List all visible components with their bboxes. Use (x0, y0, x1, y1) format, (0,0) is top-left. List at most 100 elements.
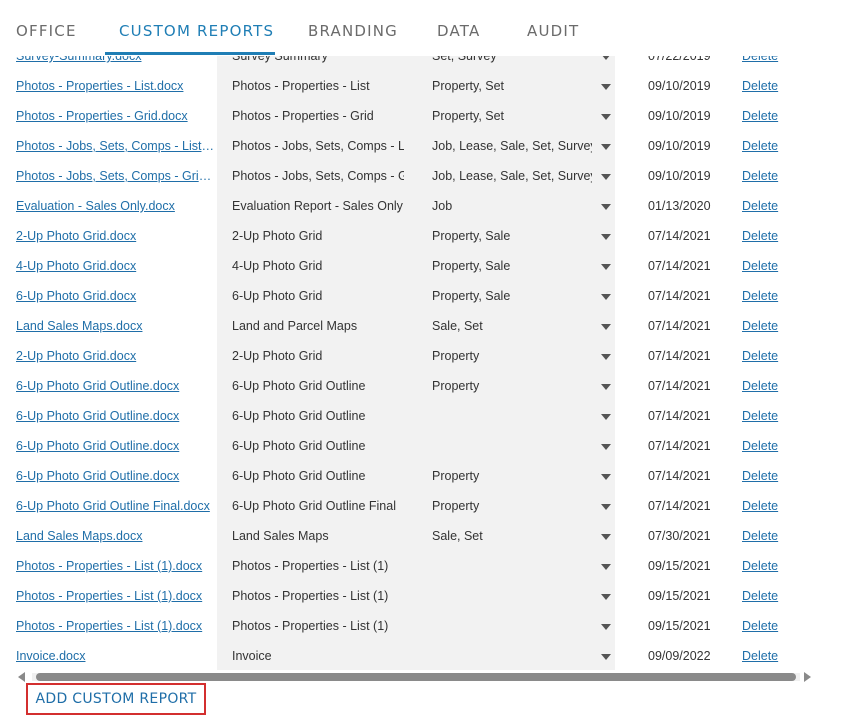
scroll-right-arrow-icon[interactable] (804, 672, 811, 682)
report-types-cell[interactable]: Property, Set (432, 79, 592, 93)
tab-audit[interactable]: AUDIT (527, 22, 579, 40)
report-types-cell[interactable]: Job, Lease, Sale, Set, Survey (432, 139, 592, 153)
types-dropdown-arrow-icon[interactable] (601, 624, 611, 630)
types-dropdown-arrow-icon[interactable] (601, 354, 611, 360)
report-file-link[interactable]: Land Sales Maps.docx (16, 529, 215, 543)
types-dropdown-arrow-icon[interactable] (601, 414, 611, 420)
report-name-cell[interactable]: Photos - Properties - List (1) (232, 619, 404, 633)
delete-link[interactable]: Delete (742, 529, 792, 543)
delete-link[interactable]: Delete (742, 169, 792, 183)
report-file-link[interactable]: 2-Up Photo Grid.docx (16, 229, 215, 243)
report-types-cell[interactable]: Property (432, 499, 592, 513)
report-types-cell[interactable]: Property (432, 349, 592, 363)
report-types-cell[interactable]: Set, Survey (432, 55, 592, 63)
report-types-cell[interactable]: Property, Sale (432, 259, 592, 273)
delete-link[interactable]: Delete (742, 649, 792, 663)
tab-custom-reports[interactable]: CUSTOM REPORTS (119, 22, 274, 40)
types-dropdown-arrow-icon[interactable] (601, 444, 611, 450)
types-dropdown-arrow-icon[interactable] (601, 144, 611, 150)
report-name-cell[interactable]: Photos - Jobs, Sets, Comps - Lis (232, 139, 404, 153)
delete-link[interactable]: Delete (742, 379, 792, 393)
report-name-cell[interactable]: 6-Up Photo Grid Outline (232, 409, 404, 423)
delete-link[interactable]: Delete (742, 229, 792, 243)
report-name-cell[interactable]: Photos - Properties - List (1) (232, 559, 404, 573)
types-dropdown-arrow-icon[interactable] (601, 474, 611, 480)
delete-link[interactable]: Delete (742, 319, 792, 333)
report-types-cell[interactable]: Job, Lease, Sale, Set, Survey (432, 169, 592, 183)
report-name-cell[interactable]: Photos - Jobs, Sets, Comps - Gri (232, 169, 404, 183)
report-name-cell[interactable]: 2-Up Photo Grid (232, 349, 404, 363)
report-types-cell[interactable]: Property (432, 469, 592, 483)
report-file-link[interactable]: Photos - Properties - List (1).docx (16, 589, 215, 603)
types-dropdown-arrow-icon[interactable] (601, 174, 611, 180)
report-name-cell[interactable]: 2-Up Photo Grid (232, 229, 404, 243)
tab-data[interactable]: DATA (437, 22, 480, 40)
tab-branding[interactable]: BRANDING (308, 22, 398, 40)
delete-link[interactable]: Delete (742, 199, 792, 213)
delete-link[interactable]: Delete (742, 55, 792, 63)
report-file-link[interactable]: Photos - Properties - List.docx (16, 79, 215, 93)
types-dropdown-arrow-icon[interactable] (601, 114, 611, 120)
types-dropdown-arrow-icon[interactable] (601, 534, 611, 540)
report-file-link[interactable]: Invoice.docx (16, 649, 215, 663)
tab-office[interactable]: OFFICE (16, 22, 77, 40)
report-name-cell[interactable]: Invoice (232, 649, 404, 663)
types-dropdown-arrow-icon[interactable] (601, 594, 611, 600)
types-dropdown-arrow-icon[interactable] (601, 384, 611, 390)
report-name-cell[interactable]: 6-Up Photo Grid Outline (232, 439, 404, 453)
delete-link[interactable]: Delete (742, 289, 792, 303)
add-custom-report-button[interactable]: ADD CUSTOM REPORT (26, 683, 206, 715)
report-name-cell[interactable]: Land and Parcel Maps (232, 319, 404, 333)
delete-link[interactable]: Delete (742, 559, 792, 573)
report-name-cell[interactable]: 6-Up Photo Grid Outline Final (232, 499, 404, 513)
report-file-link[interactable]: 6-Up Photo Grid Outline.docx (16, 469, 215, 483)
report-file-link[interactable]: Photos - Properties - List (1).docx (16, 619, 215, 633)
report-name-cell[interactable]: Photos - Properties - List (232, 79, 404, 93)
types-dropdown-arrow-icon[interactable] (601, 234, 611, 240)
types-dropdown-arrow-icon[interactable] (601, 504, 611, 510)
report-types-cell[interactable]: Sale, Set (432, 319, 592, 333)
horizontal-scrollbar[interactable] (18, 671, 814, 683)
delete-link[interactable]: Delete (742, 589, 792, 603)
types-dropdown-arrow-icon[interactable] (601, 654, 611, 660)
delete-link[interactable]: Delete (742, 79, 792, 93)
report-types-cell[interactable]: Job (432, 199, 592, 213)
delete-link[interactable]: Delete (742, 409, 792, 423)
report-name-cell[interactable]: Evaluation Report - Sales Only (232, 199, 404, 213)
report-name-cell[interactable]: Photos - Properties - Grid (232, 109, 404, 123)
report-file-link[interactable]: Land Sales Maps.docx (16, 319, 215, 333)
types-dropdown-arrow-icon[interactable] (601, 294, 611, 300)
report-file-link[interactable]: Survey-Summary.docx (16, 55, 215, 63)
delete-link[interactable]: Delete (742, 349, 792, 363)
types-dropdown-arrow-icon[interactable] (601, 324, 611, 330)
report-types-cell[interactable]: Property (432, 379, 592, 393)
types-dropdown-arrow-icon[interactable] (601, 84, 611, 90)
report-file-link[interactable]: 6-Up Photo Grid.docx (16, 289, 215, 303)
report-file-link[interactable]: 6-Up Photo Grid Outline.docx (16, 409, 215, 423)
report-file-link[interactable]: 6-Up Photo Grid Outline Final.docx (16, 499, 215, 513)
delete-link[interactable]: Delete (742, 259, 792, 273)
report-file-link[interactable]: Photos - Properties - List (1).docx (16, 559, 215, 573)
delete-link[interactable]: Delete (742, 139, 792, 153)
report-types-cell[interactable]: Sale, Set (432, 529, 592, 543)
report-name-cell[interactable]: Photos - Properties - List (1) (232, 589, 404, 603)
delete-link[interactable]: Delete (742, 499, 792, 513)
report-file-link[interactable]: Evaluation - Sales Only.docx (16, 199, 215, 213)
types-dropdown-arrow-icon[interactable] (601, 564, 611, 570)
report-file-link[interactable]: 4-Up Photo Grid.docx (16, 259, 215, 273)
types-dropdown-arrow-icon[interactable] (601, 264, 611, 270)
types-dropdown-arrow-icon[interactable] (601, 204, 611, 210)
report-name-cell[interactable]: 6-Up Photo Grid (232, 289, 404, 303)
scrollbar-thumb[interactable] (36, 673, 796, 681)
report-name-cell[interactable]: 6-Up Photo Grid Outline (232, 379, 404, 393)
report-name-cell[interactable]: Survey Summary (232, 55, 404, 63)
report-file-link[interactable]: 6-Up Photo Grid Outline.docx (16, 439, 215, 453)
report-file-link[interactable]: 2-Up Photo Grid.docx (16, 349, 215, 363)
report-file-link[interactable]: Photos - Jobs, Sets, Comps - List.docx (16, 139, 215, 153)
report-name-cell[interactable]: 6-Up Photo Grid Outline (232, 469, 404, 483)
delete-link[interactable]: Delete (742, 619, 792, 633)
report-file-link[interactable]: 6-Up Photo Grid Outline.docx (16, 379, 215, 393)
report-types-cell[interactable]: Property, Sale (432, 229, 592, 243)
report-name-cell[interactable]: 4-Up Photo Grid (232, 259, 404, 273)
delete-link[interactable]: Delete (742, 469, 792, 483)
